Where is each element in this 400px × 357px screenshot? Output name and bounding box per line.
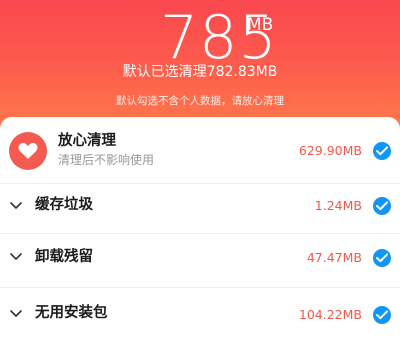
checkbox-checked-icon[interactable] <box>373 249 391 267</box>
item-size: 47.47MB <box>306 250 362 265</box>
checkbox-checked-icon[interactable] <box>373 142 391 160</box>
chevron-down-icon[interactable] <box>10 310 22 318</box>
list-item-safe-clean[interactable]: 放心清理 清理后不影响使用 629.90MB <box>0 117 400 183</box>
checkbox-checked-icon[interactable] <box>373 197 391 215</box>
item-subtitle: 清理后不影响使用 <box>58 153 155 167</box>
list-item-cache[interactable]: 缓存垃圾 1.24MB <box>0 183 400 228</box>
clean-hint: 默认勾选不含个人数据，请放心清理 <box>116 95 284 107</box>
item-title: 无用安装包 <box>35 305 108 321</box>
item-size: 1.24MB <box>314 198 362 213</box>
list-item-uninstall-residue[interactable]: 卸载残留 47.47MB <box>0 233 400 286</box>
item-title: 放心清理 <box>58 133 116 149</box>
item-size: 104.22MB <box>298 307 362 322</box>
chevron-down-icon[interactable] <box>10 253 22 261</box>
list-item-useless-apk[interactable]: 无用安装包 104.22MB <box>0 287 400 347</box>
checkbox-checked-icon[interactable] <box>373 306 391 324</box>
clean-list-panel: 放心清理 清理后不影响使用 629.90MB 缓存垃圾 1.24MB 卸载残留 … <box>0 117 400 357</box>
chevron-down-icon[interactable] <box>10 202 22 210</box>
item-title: 卸载残留 <box>35 249 93 265</box>
summary-header: 785 MB 默认已选清理782.83MB 默认勾选不含个人数据，请放心清理 <box>0 0 400 132</box>
item-title: 缓存垃圾 <box>35 197 93 213</box>
total-size-unit: MB <box>247 15 274 35</box>
item-size: 629.90MB <box>298 143 362 158</box>
heart-icon <box>9 132 47 170</box>
selected-summary: 默认已选清理782.83MB <box>122 64 278 80</box>
